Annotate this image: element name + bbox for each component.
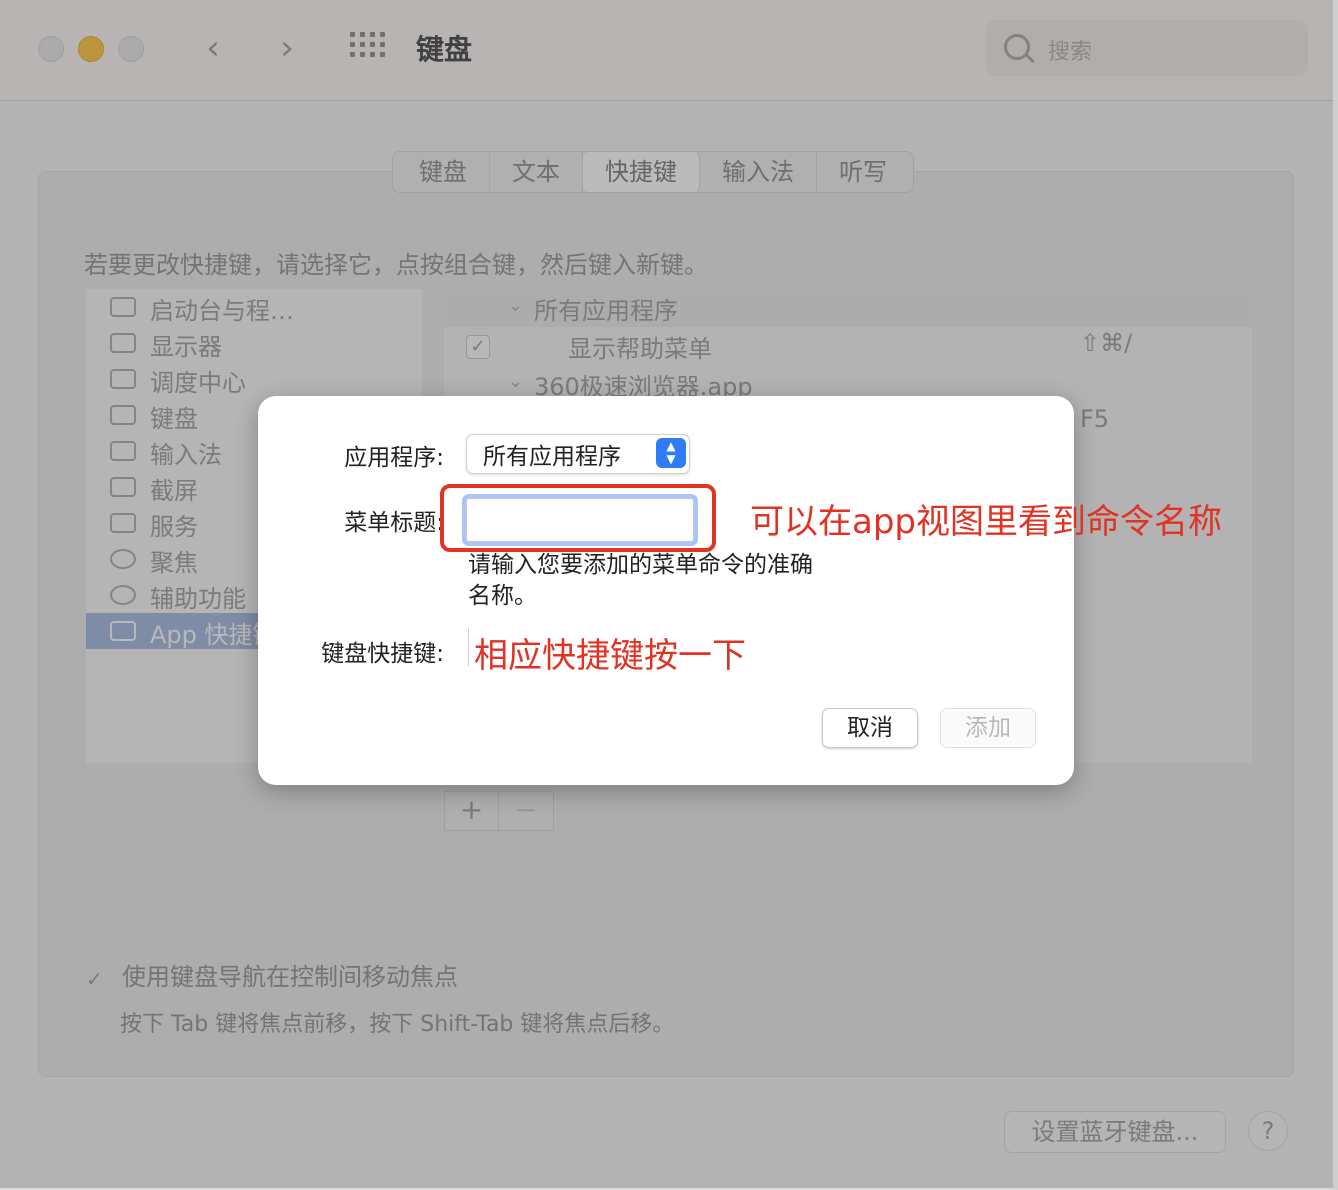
keyboard-shortcut-label: 键盘快捷键: xyxy=(321,641,444,667)
system-preferences-window: ‹ › 键盘 搜索 键盘 文本 快捷键 输入法 听写 若要更改快捷键，请选择它，… xyxy=(0,0,1334,1188)
add-shortcut-dialog: 应用程序: 所有应用程序 ▲ ▼ 菜单标题: 可以在app视图里看到命令名称 请输… xyxy=(258,396,1222,785)
application-popup[interactable]: 所有应用程序 ▲ ▼ xyxy=(466,434,690,474)
add-button[interactable]: 添加 xyxy=(940,708,1036,748)
annotation-highlight-box xyxy=(440,484,716,552)
menu-title-label: 菜单标题: xyxy=(344,510,444,536)
annotation-menu-title: 可以在app视图里看到命令名称 xyxy=(750,502,1222,542)
app-label: 应用程序: xyxy=(344,445,444,471)
cancel-button[interactable]: 取消 xyxy=(822,708,918,748)
background-edge xyxy=(1333,0,1338,1190)
popup-stepper-icon: ▲ ▼ xyxy=(656,438,686,468)
application-value: 所有应用程序 xyxy=(483,444,621,470)
annotation-shortcut: 相应快捷键按一下 xyxy=(474,636,746,676)
menu-title-hint: 请输入您要添加的菜单命令的准确名称。 xyxy=(468,552,813,609)
